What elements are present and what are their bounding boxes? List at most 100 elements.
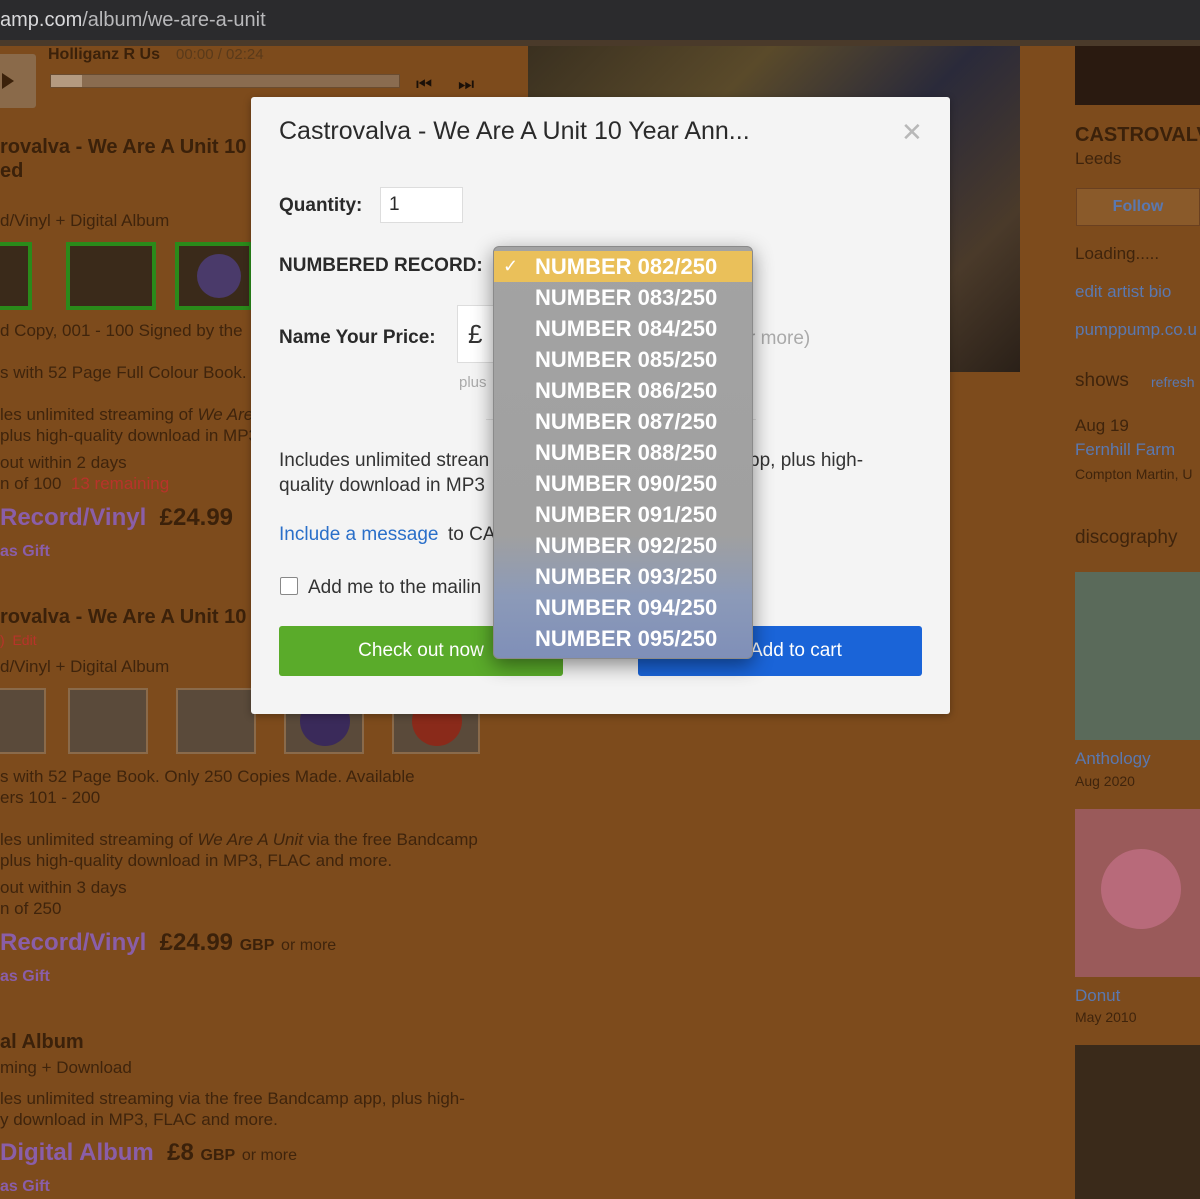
numbered-record-label: NUMBERED RECORD: (279, 255, 483, 276)
shows-refresh-link[interactable]: refresh (1151, 374, 1195, 390)
package2-stream-2: plus high-quality download in MP3, FLAC … (0, 851, 393, 870)
player-progress-fill (51, 75, 83, 87)
option-label: NUMBER 083/250 (535, 285, 718, 310)
dropdown-option[interactable]: NUMBER 094/250 (494, 592, 752, 623)
option-label: NUMBER 082/250 (535, 254, 718, 279)
url-path: /album/we-are-a-unit (82, 9, 266, 31)
option-label: NUMBER 088/250 (535, 440, 718, 465)
price-or-more: r more) (749, 328, 811, 349)
package2-thumb-1[interactable] (0, 688, 46, 754)
dropdown-option[interactable]: NUMBER 087/250 (494, 406, 752, 437)
package1-edition: n of 100 (0, 474, 62, 493)
package2-edit-link[interactable]: Edit (12, 632, 36, 648)
dropdown-option[interactable]: NUMBER 086/250 (494, 375, 752, 406)
package2-desc-1: s with 52 Page Book. Only 250 Copies Mad… (0, 767, 415, 786)
dropdown-option[interactable]: NUMBER 088/250 (494, 437, 752, 468)
package3-gift-link[interactable]: as Gift (0, 1178, 50, 1196)
package2-title[interactable]: rovalva - We Are A Unit 10 Y (0, 606, 265, 629)
donut-icon (1101, 849, 1181, 929)
package1-stream-em: We Are (197, 405, 254, 424)
package1-desc-1: d Copy, 001 - 100 Signed by the (0, 321, 243, 340)
previous-track-icon[interactable]: ⏮ (416, 74, 432, 95)
package1-stream-2: plus high-quality download in MP3 (0, 426, 258, 445)
include-message-link[interactable]: Include a message (279, 524, 439, 546)
vinyl-icon (197, 254, 241, 298)
option-label: NUMBER 094/250 (535, 595, 718, 620)
checkmark-icon: ✓ (503, 256, 519, 276)
artist-location: Leeds (1075, 149, 1122, 168)
quantity-label: Quantity: (279, 195, 363, 216)
discography-third-cover[interactable] (1075, 1045, 1200, 1199)
discography-anthology-date: Aug 2020 (1075, 773, 1135, 789)
option-label: NUMBER 084/250 (535, 316, 718, 341)
package1-ships: out within 2 days (0, 453, 127, 472)
close-icon[interactable]: ✕ (901, 117, 923, 148)
package1-type: d/Vinyl + Digital Album (0, 211, 170, 230)
package1-gift-link[interactable]: as Gift (0, 543, 50, 561)
package1-desc-2: s with 52 Page Full Colour Book. (0, 363, 247, 382)
package2-currency: GBP (239, 937, 275, 954)
package1-buy-link[interactable]: Record/Vinyl (0, 504, 146, 531)
play-button[interactable] (0, 54, 36, 108)
package2-gift-link[interactable]: as Gift (0, 968, 50, 986)
price-label: Name Your Price: (279, 327, 436, 348)
dropdown-option[interactable]: NUMBER 091/250 (494, 499, 752, 530)
artist-bio-loading: Loading..... (1075, 244, 1160, 263)
player-time: 00:00 / 02:24 (176, 46, 264, 63)
url-host: amp.com (0, 9, 83, 31)
package1-title[interactable]: rovalva - We Are A Unit 10 Y (0, 136, 265, 159)
mailing-list-checkbox[interactable] (280, 577, 298, 595)
discography-anthology-cover[interactable] (1075, 572, 1200, 740)
package3-stream-1: les unlimited streaming via the free Ban… (0, 1089, 465, 1108)
dropdown-option[interactable]: NUMBER 093/250 (494, 561, 752, 592)
package2-thumb-3[interactable] (176, 688, 256, 754)
package2-edit-prefix: ) (0, 632, 5, 648)
package3-type: ming + Download (0, 1058, 132, 1077)
dropdown-option[interactable]: NUMBER 085/250 (494, 344, 752, 375)
package2-or-more: or more (281, 937, 337, 954)
follow-button[interactable]: Follow (1076, 188, 1200, 226)
dropdown-option[interactable]: NUMBER 092/250 (494, 530, 752, 561)
discography-anthology-title[interactable]: Anthology (1075, 749, 1151, 769)
package3-buy-link[interactable]: Digital Album (0, 1139, 154, 1166)
artist-site-link[interactable]: pumppump.co.u (1075, 320, 1197, 340)
artist-name: CASTROVALV (1075, 124, 1200, 146)
package2-thumb-2[interactable] (68, 688, 148, 754)
next-track-icon[interactable]: ⏭ (458, 74, 474, 95)
package2-stream-em: We Are A Unit (197, 830, 304, 849)
package1-thumb-1[interactable] (0, 242, 32, 310)
option-label: NUMBER 090/250 (535, 471, 718, 496)
package1-thumb-2[interactable] (66, 242, 156, 310)
artist-photo[interactable] (1075, 46, 1200, 105)
option-label: NUMBER 085/250 (535, 347, 718, 372)
show-place: Compton Martin, U (1075, 466, 1193, 482)
package2-desc-2: ers 101 - 200 (0, 788, 101, 807)
show-venue-link[interactable]: Fernhill Farm (1075, 440, 1175, 460)
package2-buy-link[interactable]: Record/Vinyl (0, 929, 146, 956)
include-message-suffix: to CA (448, 524, 496, 545)
package2-stream-1: les unlimited streaming of (0, 830, 193, 849)
package1-title-line2: ed (0, 160, 24, 182)
numbered-record-dropdown[interactable]: ✓ NUMBER 082/250 NUMBER 083/250 NUMBER 08… (493, 246, 753, 659)
option-label: NUMBER 093/250 (535, 564, 718, 589)
package1-thumb-3[interactable] (175, 242, 253, 310)
dropdown-option[interactable]: NUMBER 083/250 (494, 282, 752, 313)
dropdown-option[interactable]: ✓ NUMBER 082/250 (494, 251, 752, 282)
quantity-input[interactable]: 1 (380, 187, 463, 223)
package1-remaining: 13 remaining (70, 474, 170, 493)
package3-title[interactable]: al Album (0, 1031, 84, 1054)
discography-donut-cover[interactable] (1075, 809, 1200, 977)
url-bar[interactable]: amp.com/album/we-are-a-unit (0, 0, 1200, 40)
package3-or-more: or more (241, 1147, 297, 1164)
mailing-list-label[interactable]: Add me to the mailin (308, 577, 481, 599)
dialog-title: Castrovalva - We Are A Unit 10 Year Ann.… (279, 117, 750, 145)
package2-price: £24.99 (159, 929, 234, 956)
dropdown-option[interactable]: NUMBER 090/250 (494, 468, 752, 499)
dropdown-option[interactable]: NUMBER 084/250 (494, 313, 752, 344)
package2-stream-tail: via the free Bandcamp (307, 830, 478, 849)
option-label: NUMBER 091/250 (535, 502, 718, 527)
player-progress-bar[interactable] (50, 74, 400, 88)
discography-donut-title[interactable]: Donut (1075, 986, 1120, 1006)
dropdown-option[interactable]: NUMBER 095/250 (494, 623, 752, 654)
edit-artist-bio-link[interactable]: edit artist bio (1075, 282, 1171, 302)
